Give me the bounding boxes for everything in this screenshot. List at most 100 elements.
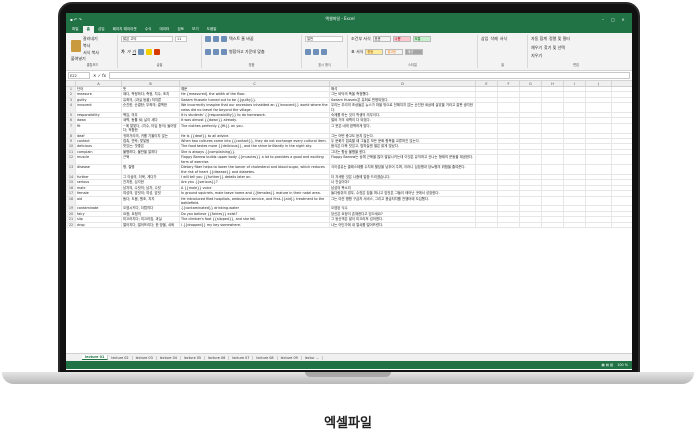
cell-empty[interactable] (564, 97, 586, 103)
cell-empty[interactable] (476, 174, 498, 180)
conditional-format-button[interactable]: 조건부 서식 (351, 36, 371, 42)
select-all-corner[interactable] (66, 81, 76, 86)
cell-empty[interactable] (498, 103, 520, 113)
cell-empty[interactable] (520, 97, 542, 103)
cell-meaning[interactable]: 미끄러지다; 미끄러짐, 과실 (122, 217, 180, 222)
row-number[interactable]: 3 (66, 97, 76, 103)
cell-empty[interactable] (564, 87, 586, 92)
column-header[interactable]: J (586, 81, 612, 86)
cell-empty[interactable] (520, 87, 542, 92)
cell-empty[interactable] (520, 165, 542, 174)
cell-empty[interactable] (498, 87, 520, 92)
cell-meaning[interactable]: 진지한, 심각한 (122, 180, 180, 185)
cell-example[interactable]: He introduced filed hospitals, ambulance… (180, 196, 330, 206)
name-box[interactable]: E22 (68, 72, 90, 79)
cell-empty[interactable] (542, 211, 564, 217)
cell-empty[interactable] (476, 217, 498, 222)
cell-empty[interactable] (498, 118, 520, 123)
cell-empty[interactable] (520, 133, 542, 139)
cell-translation[interactable]: 그 옷은 네게 완벽하게 맞다. (330, 123, 476, 133)
close-button[interactable]: × (618, 17, 628, 22)
cell-word[interactable]: guilty (76, 97, 122, 103)
cell-empty[interactable] (542, 113, 564, 118)
cell-empty[interactable] (564, 144, 586, 149)
row-number[interactable]: 1 (66, 87, 76, 92)
cell-translation[interactable]: 나는 어딘가에 내 열쇠를 떨어뜨렸다. (330, 222, 476, 227)
cell-empty[interactable] (542, 191, 564, 196)
cell-translation[interactable]: 당신은 요정이 존재한다고 믿으세요? (330, 211, 476, 217)
cell-word[interactable]: 단어 (76, 87, 122, 92)
cell-empty[interactable] (542, 149, 564, 155)
cell-empty[interactable] (586, 211, 612, 217)
cell-empty[interactable] (564, 155, 586, 165)
cell-empty[interactable] (542, 206, 564, 211)
wrap-text-button[interactable]: 텍스트 줄 바꿈 (229, 36, 254, 42)
sheet-tab[interactable]: lecture 04 (157, 355, 181, 360)
column-header[interactable]: F (498, 81, 520, 86)
maximize-button[interactable]: □ (608, 17, 618, 22)
row-number[interactable]: 15 (66, 180, 76, 185)
cell-example[interactable]: I {{dropped}} my key somewhere. (180, 222, 330, 227)
cell-empty[interactable] (586, 222, 612, 227)
cell-empty[interactable] (542, 103, 564, 113)
italic-button[interactable]: 가 (127, 49, 131, 55)
cell-empty[interactable] (586, 180, 612, 185)
cell-example[interactable]: Are you {{serious}}? (180, 180, 330, 185)
autosum-button[interactable]: 자동 합계 (531, 36, 547, 42)
cell-word[interactable]: further (76, 174, 122, 180)
column-header[interactable]: H (542, 81, 564, 86)
cell-empty[interactable] (564, 217, 586, 222)
cell-example[interactable]: I will tell you {{further}} details late… (180, 174, 330, 180)
cell-translation[interactable]: 들다람쥐의 경우, 수컷은 집을 떠나고 암컷은 그들이 태어난 곳에서 성장한… (330, 191, 476, 196)
sheet-tab[interactable]: lectur ... (302, 355, 323, 360)
cell-empty[interactable] (498, 211, 520, 217)
cell-empty[interactable] (542, 118, 564, 123)
cell-empty[interactable] (586, 103, 612, 113)
cell-translation[interactable]: 숙제를 하는 것이 학생의 의무이다. (330, 113, 476, 118)
cell-meaning[interactable]: 병, 질병 (122, 165, 180, 174)
cell-example[interactable]: The food tastes more {{delicious}}, and … (180, 144, 330, 149)
font-color-icon[interactable] (154, 49, 161, 55)
cell-empty[interactable] (564, 222, 586, 227)
row-number[interactable]: 19 (66, 206, 76, 211)
font-size-select[interactable]: 11 (175, 36, 187, 42)
sheet-tab[interactable]: lecture 06 (205, 355, 230, 360)
align-left-icon[interactable] (205, 49, 211, 55)
cell-meaning[interactable]: 돕다; 도움, 원조, 지지 (122, 196, 180, 206)
cell-example[interactable]: He is {{deaf}} to all advice. (180, 133, 330, 139)
sheet-tab[interactable]: lecture 09 (278, 355, 302, 360)
fill-color-icon[interactable] (146, 49, 153, 55)
sheet-tab[interactable]: lecture 01 (82, 355, 109, 360)
cell-empty[interactable] (476, 185, 498, 191)
cell-meaning[interactable]: 근육 (122, 155, 180, 165)
cell-word[interactable]: serious (76, 180, 122, 185)
cell-empty[interactable] (498, 92, 520, 97)
cell-empty[interactable] (586, 92, 612, 97)
ribbon-tab[interactable]: 도움말 (203, 26, 221, 33)
cell-translation[interactable]: 남성의 목소리 (330, 185, 476, 191)
cell-empty[interactable] (542, 222, 564, 227)
cell-empty[interactable] (520, 113, 542, 118)
cell-word[interactable]: female (76, 191, 122, 196)
cell-empty[interactable] (542, 92, 564, 97)
cell-translation[interactable]: 더 자세한 것은 나중에 말씀 드리겠습니다. (330, 174, 476, 180)
cell-example[interactable]: She is always {{complaining}}. (180, 149, 330, 155)
cell-empty[interactable] (476, 222, 498, 227)
cell-empty[interactable] (586, 165, 612, 174)
cell-empty[interactable] (520, 180, 542, 185)
cell-translation[interactable]: 그녀는 항상 불평을 한다. (330, 149, 476, 155)
cell-empty[interactable] (476, 211, 498, 217)
cell-empty[interactable] (498, 133, 520, 139)
cell-empty[interactable] (520, 185, 542, 191)
cell-word[interactable]: male (76, 185, 122, 191)
percent-icon[interactable] (313, 49, 319, 55)
cell-empty[interactable] (498, 123, 520, 133)
cell-example[interactable]: It is students' {{responsibility}} to do… (180, 113, 330, 118)
cell-empty[interactable] (564, 206, 586, 211)
ribbon-tab[interactable]: 삽입 (94, 26, 109, 33)
cell-empty[interactable] (498, 149, 520, 155)
insert-cells-button[interactable]: 삽입 (481, 36, 488, 42)
cell-empty[interactable] (498, 165, 520, 174)
cell-empty[interactable] (542, 174, 564, 180)
cell-empty[interactable] (520, 222, 542, 227)
